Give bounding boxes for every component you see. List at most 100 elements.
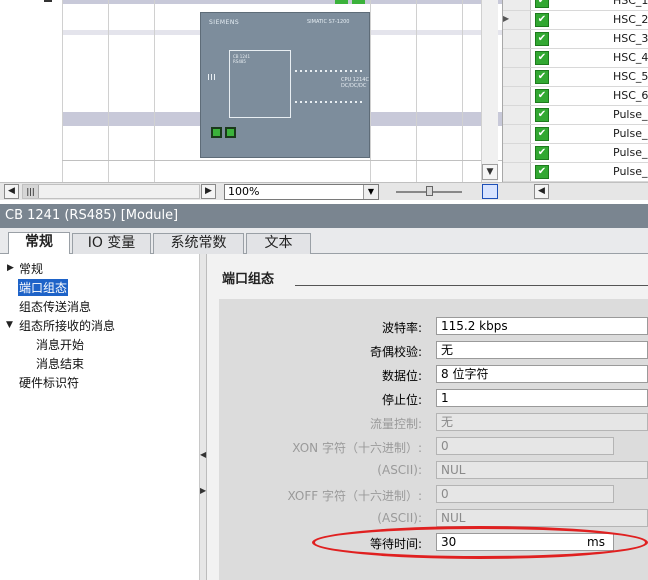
io-table-row[interactable]: ✔ Pulse_ xyxy=(503,144,648,163)
scroll-down-icon[interactable]: ▼ xyxy=(482,164,498,180)
inspector-header: CB 1241 (RS485) [Module] xyxy=(0,204,648,228)
xoff-ascii-field: NUL xyxy=(436,509,648,527)
fit-view-icon[interactable] xyxy=(482,184,498,199)
xoff-hex-label: XOFF 字符（十六进制）: xyxy=(287,489,422,503)
plc-led-icon xyxy=(208,74,216,80)
checkbox-checked-icon[interactable]: ✔ xyxy=(535,51,549,65)
io-row-name: HSC_6 xyxy=(613,89,648,102)
wait-time-label: 等待时间: xyxy=(369,537,422,551)
checkbox-checked-icon[interactable]: ✔ xyxy=(535,165,549,179)
zoom-select[interactable]: 100% ▼ xyxy=(224,184,379,200)
nav-item-general[interactable]: 常规 xyxy=(19,260,43,277)
module-status-icon xyxy=(352,0,365,4)
rack-divider xyxy=(108,0,109,182)
pane-splitter[interactable]: ◀ ▶ xyxy=(200,254,207,580)
checkbox-checked-icon[interactable]: ✔ xyxy=(535,13,549,27)
io-table-row[interactable]: ✔ Pulse_ xyxy=(503,125,648,144)
rack-divider xyxy=(462,0,463,182)
zoom-slider-knob[interactable] xyxy=(426,186,433,196)
io-row-name: Pulse_ xyxy=(613,146,648,159)
collapse-left-icon[interactable]: ◀ xyxy=(200,450,206,459)
expand-right-icon[interactable]: ▶ xyxy=(200,486,206,495)
nav-item-message-start[interactable]: 消息开始 xyxy=(36,336,84,353)
io-row-name: Pulse_ xyxy=(613,165,648,178)
checkbox-checked-icon[interactable]: ✔ xyxy=(535,108,549,122)
checkbox-checked-icon[interactable]: ✔ xyxy=(535,146,549,160)
inspector-nav-tree[interactable]: ▶ 常规 端口组态 组态传送消息 ▼ 组态所接收的消息 消息开始 消息结束 硬件… xyxy=(0,254,200,580)
rack-divider xyxy=(62,0,63,182)
io-overview-table[interactable]: ▶ ✔ HSC_1 ✔ HSC_2 ✔ HSC_3 ✔ HSC_4 ✔ HSC_5 ✔ HSC_6 ✔ P… xyxy=(502,0,648,182)
plc-cpu-line: DC/DC/DC xyxy=(341,83,367,89)
tab-io-tags[interactable]: IO 变量 xyxy=(72,233,151,254)
device-view[interactable]: SIEMENS SIMATIC S7-1200 CB 1241 RS485 CP… xyxy=(0,0,502,182)
nav-item-port-config[interactable]: 端口组态 xyxy=(18,279,69,296)
tab-system-constants[interactable]: 系统常数 xyxy=(153,233,244,254)
rack-divider xyxy=(370,0,371,182)
xoff-ascii-label: (ASCII): xyxy=(377,511,422,525)
baud-rate-label: 波特率: xyxy=(381,321,422,335)
checkbox-checked-icon[interactable]: ✔ xyxy=(535,89,549,103)
tab-general[interactable]: 常规 xyxy=(8,232,70,255)
io-table-row[interactable]: ✔ HSC_4 xyxy=(503,49,648,68)
ethernet-port-icon xyxy=(225,127,236,138)
section-divider xyxy=(295,285,648,286)
parity-select[interactable]: 无 xyxy=(436,341,648,359)
plc-io-leds xyxy=(295,70,363,72)
parity-label: 奇偶校验: xyxy=(369,345,422,359)
checkbox-checked-icon[interactable]: ✔ xyxy=(535,32,549,46)
plc-brand: SIEMENS xyxy=(209,19,240,26)
wait-time-input[interactable]: 30 ms xyxy=(436,533,614,551)
plc-model: SIMATIC S7-1200 xyxy=(307,19,350,25)
collapse-arrow-icon[interactable]: ▼ xyxy=(6,320,13,330)
zoom-value: 100% xyxy=(228,185,260,198)
io-table-row[interactable]: ✔ Pulse_ xyxy=(503,106,648,125)
rack-bottom-line xyxy=(62,160,502,161)
flow-control-select: 无 xyxy=(436,413,648,431)
scroll-right-icon[interactable]: ▶ xyxy=(201,184,216,199)
rack-marker xyxy=(44,0,52,2)
io-row-name: Pulse_ xyxy=(613,108,648,121)
io-table-row[interactable]: ✔ HSC_3 xyxy=(503,30,648,49)
rack-row xyxy=(62,0,502,4)
io-table-row[interactable]: ✔ HSC_5 xyxy=(503,68,648,87)
device-view-scrollbar[interactable]: ▼ xyxy=(481,0,498,182)
io-table-row[interactable]: ✔ HSC_1 xyxy=(503,0,648,11)
io-table-row[interactable]: ✔ HSC_2 xyxy=(503,11,648,30)
stop-bits-select[interactable]: 1 xyxy=(436,389,648,407)
plc-module[interactable]: SIEMENS SIMATIC S7-1200 CB 1241 RS485 CP… xyxy=(200,12,370,158)
baud-rate-select[interactable]: 115.2 kbps xyxy=(436,317,648,335)
io-row-name: Pulse_ xyxy=(613,127,648,140)
nav-item-receive-config[interactable]: 组态所接收的消息 xyxy=(19,317,115,334)
io-table-row[interactable]: ✔ Pulse_ xyxy=(503,163,648,182)
checkbox-checked-icon[interactable]: ✔ xyxy=(535,127,549,141)
comm-board-label: CB 1241 RS485 xyxy=(233,54,250,64)
checkbox-checked-icon[interactable]: ✔ xyxy=(535,0,549,8)
nav-item-message-end[interactable]: 消息结束 xyxy=(36,355,84,372)
data-bits-select[interactable]: 8 位字符 xyxy=(436,365,648,383)
inspector-tabs: 常规 IO 变量 系统常数 文本 xyxy=(0,228,648,255)
ethernet-port-icon xyxy=(211,127,222,138)
io-row-name: HSC_1 xyxy=(613,0,648,7)
io-table-row[interactable]: ✔ HSC_6 xyxy=(503,87,648,106)
nav-item-transmit-config[interactable]: 组态传送消息 xyxy=(19,298,91,315)
section-title: 端口组态 xyxy=(222,272,275,287)
module-status-icon xyxy=(335,0,348,4)
scroll-left-icon[interactable]: ◀ xyxy=(4,184,19,199)
horizontal-scrollbar[interactable]: ||| xyxy=(22,184,200,199)
dropdown-icon[interactable]: ▼ xyxy=(363,185,378,199)
expand-arrow-icon[interactable]: ▶ xyxy=(7,263,14,273)
nav-item-hw-identifier[interactable]: 硬件标识符 xyxy=(19,374,79,391)
xon-ascii-label: (ASCII): xyxy=(377,463,422,477)
tab-texts[interactable]: 文本 xyxy=(246,233,311,254)
scroll-left-icon[interactable]: ◀ xyxy=(534,184,549,199)
plc-io-leds xyxy=(295,101,363,103)
stop-bits-label: 停止位: xyxy=(381,393,422,407)
rack-divider xyxy=(154,0,155,182)
checkbox-checked-icon[interactable]: ✔ xyxy=(535,70,549,84)
flow-control-label: 流量控制: xyxy=(369,417,422,431)
comm-board-slot[interactable]: CB 1241 RS485 xyxy=(229,50,291,118)
xon-hex-label: XON 字符（十六进制）: xyxy=(292,441,422,455)
inspector-title: CB 1241 (RS485) [Module] xyxy=(5,208,179,223)
scrollbar-thumb[interactable]: ||| xyxy=(23,185,39,198)
io-row-name: HSC_4 xyxy=(613,51,648,64)
